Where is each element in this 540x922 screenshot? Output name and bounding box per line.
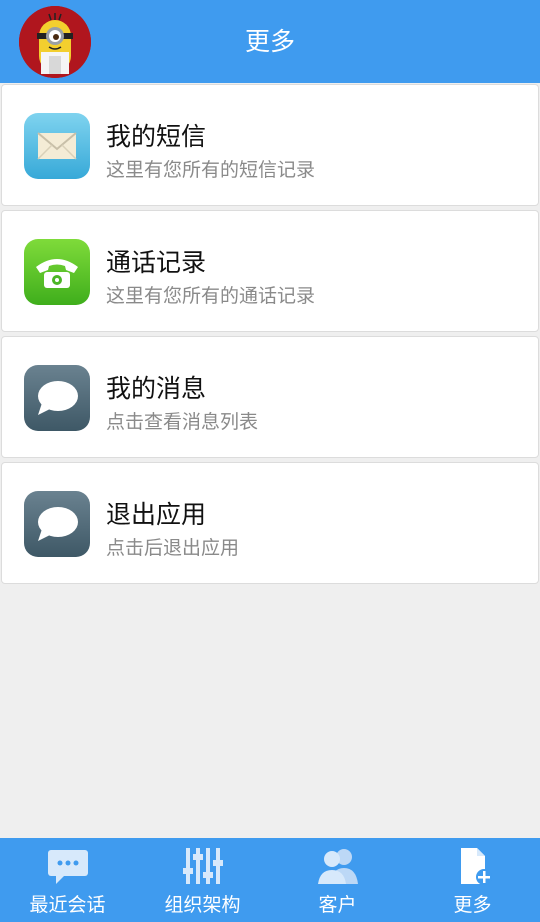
people-icon [316, 846, 360, 886]
envelope-icon [24, 113, 90, 179]
menu-item-subtitle: 这里有您所有的短信记录 [106, 159, 316, 181]
menu-item-title: 通话记录 [106, 248, 207, 277]
menu-item-title: 我的消息 [106, 374, 207, 403]
menu-item-subtitle: 点击查看消息列表 [106, 411, 259, 433]
tab-org-structure[interactable]: 组织架构 [135, 838, 270, 922]
menu-item-subtitle: 点击后退出应用 [106, 537, 240, 559]
menu-item-title: 我的短信 [106, 122, 207, 151]
tab-label: 客户 [318, 894, 357, 916]
document-add-icon [451, 846, 495, 886]
menu-item-sms[interactable]: 我的短信 这里有您所有的短信记录 [1, 84, 539, 206]
tab-recent-chats[interactable]: 最近会话 [0, 838, 135, 922]
bottom-tab-bar: 最近会话 组织架构 客户 更多 [0, 838, 540, 922]
menu-item-call-log[interactable]: 通话记录 这里有您所有的通话记录 [1, 210, 539, 332]
tab-more[interactable]: 更多 [405, 838, 540, 922]
chat-bubble-icon [24, 365, 90, 431]
menu-item-exit-app[interactable]: 退出应用 点击后退出应用 [1, 462, 539, 584]
tab-label: 更多 [453, 894, 492, 916]
sliders-icon [181, 846, 225, 886]
menu-item-title: 退出应用 [106, 500, 207, 529]
tab-customers[interactable]: 客户 [270, 838, 405, 922]
tab-label: 组织架构 [164, 894, 241, 916]
tab-label: 最近会话 [29, 894, 106, 916]
page-title: 更多 [244, 27, 295, 56]
chat-bubble-icon [24, 491, 90, 557]
phone-icon [24, 239, 90, 305]
menu-item-messages[interactable]: 我的消息 点击查看消息列表 [1, 336, 539, 458]
menu-item-subtitle: 这里有您所有的通话记录 [106, 285, 316, 307]
chat-dots-icon [46, 846, 90, 886]
top-bar: 更多 [0, 0, 540, 83]
